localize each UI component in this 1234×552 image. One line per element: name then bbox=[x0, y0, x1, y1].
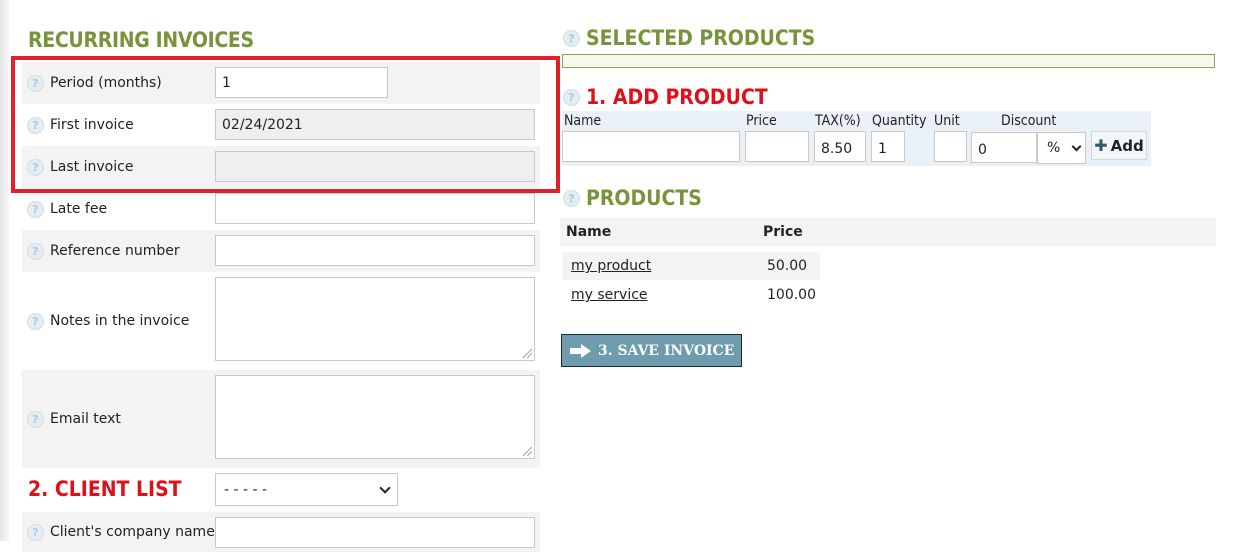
save-invoice-label: 3. SAVE INVOICE bbox=[598, 342, 735, 359]
recurring-invoices-heading: RECURRING INVOICES bbox=[28, 28, 254, 52]
help-icon[interactable]: ? bbox=[27, 74, 44, 92]
product-name-label: Name bbox=[564, 113, 602, 129]
product-discount-input[interactable]: 0 bbox=[971, 132, 1037, 163]
client-list-heading: 2. CLIENT LIST bbox=[28, 477, 182, 501]
reference-number-label: Reference number bbox=[50, 243, 180, 259]
resize-handle[interactable] bbox=[523, 447, 532, 456]
selected-products-title: SELECTED PRODUCTS bbox=[586, 26, 816, 50]
help-icon[interactable]: ? bbox=[27, 523, 44, 541]
chevron-down-icon bbox=[379, 481, 391, 494]
client-list-select[interactable]: - - - - - bbox=[215, 473, 398, 506]
product-link[interactable]: my product bbox=[571, 258, 651, 274]
product-quantity-input[interactable]: 1 bbox=[871, 131, 905, 162]
products-title: PRODUCTS bbox=[586, 186, 702, 210]
client-company-input[interactable] bbox=[215, 517, 535, 548]
last-invoice-input[interactable] bbox=[215, 151, 535, 182]
reference-number-input[interactable] bbox=[215, 235, 535, 266]
product-price: 100.00 bbox=[767, 287, 816, 303]
product-unit-label: Unit bbox=[934, 113, 960, 129]
help-icon[interactable]: ? bbox=[27, 410, 44, 428]
notes-textarea[interactable] bbox=[215, 277, 535, 361]
help-icon[interactable]: ? bbox=[27, 242, 44, 260]
discount-type-select[interactable]: % bbox=[1037, 132, 1086, 164]
period-label: Period (months) bbox=[50, 75, 162, 91]
product-price-label: Price bbox=[746, 113, 777, 129]
add-product-heading: ? 1. ADD PRODUCT bbox=[563, 85, 768, 109]
product-row: my product 50.00 bbox=[563, 252, 820, 280]
products-heading: ? PRODUCTS bbox=[563, 186, 702, 210]
product-link[interactable]: my service bbox=[571, 287, 648, 303]
product-unit-input[interactable] bbox=[934, 131, 967, 162]
product-name-input[interactable] bbox=[562, 131, 740, 162]
discount-type-value: % bbox=[1047, 140, 1061, 156]
first-invoice-label: First invoice bbox=[50, 117, 134, 133]
product-quantity-label: Quantity bbox=[872, 113, 927, 129]
product-tax-label: TAX(%) bbox=[815, 113, 861, 129]
product-price-input[interactable] bbox=[745, 131, 809, 162]
product-discount-label: Discount bbox=[1001, 113, 1057, 129]
products-table-header: Name Price bbox=[560, 218, 1216, 246]
notes-label: Notes in the invoice bbox=[50, 313, 190, 329]
chevron-down-icon bbox=[1071, 141, 1082, 151]
resize-handle[interactable] bbox=[523, 349, 532, 358]
help-icon[interactable]: ? bbox=[563, 29, 580, 47]
client-list-selected-value: - - - - - bbox=[224, 481, 268, 498]
page-left-shadow bbox=[0, 0, 9, 541]
email-text-label: Email text bbox=[50, 411, 121, 427]
help-icon[interactable]: ? bbox=[27, 312, 44, 330]
add-product-title: 1. ADD PRODUCT bbox=[586, 85, 768, 109]
help-icon[interactable]: ? bbox=[27, 116, 44, 134]
selected-products-area bbox=[562, 54, 1215, 68]
first-invoice-input[interactable]: 02/24/2021 bbox=[215, 109, 535, 140]
late-fee-label: Late fee bbox=[50, 201, 108, 217]
product-price: 50.00 bbox=[767, 258, 808, 274]
arrow-right-icon bbox=[570, 343, 592, 358]
late-fee-input[interactable] bbox=[215, 193, 535, 224]
email-text-textarea[interactable] bbox=[215, 375, 535, 459]
period-input[interactable]: 1 bbox=[215, 67, 388, 98]
column-header-price: Price bbox=[763, 224, 803, 240]
selected-products-heading: ? SELECTED PRODUCTS bbox=[563, 26, 815, 50]
client-company-label: Client's company name bbox=[50, 524, 215, 540]
help-icon[interactable]: ? bbox=[563, 189, 580, 207]
product-tax-input[interactable]: 8.50 bbox=[814, 131, 866, 162]
product-row: my service 100.00 bbox=[563, 281, 820, 309]
help-icon[interactable]: ? bbox=[27, 200, 44, 218]
add-product-button[interactable]: ✚ Add bbox=[1091, 131, 1147, 160]
last-invoice-label: Last invoice bbox=[50, 159, 134, 175]
add-button-label: Add bbox=[1110, 136, 1144, 155]
help-icon[interactable]: ? bbox=[27, 158, 44, 176]
column-header-name: Name bbox=[566, 224, 612, 240]
save-invoice-button[interactable]: 3. SAVE INVOICE bbox=[561, 334, 742, 367]
plus-icon: ✚ bbox=[1094, 136, 1108, 155]
help-icon[interactable]: ? bbox=[563, 88, 580, 106]
